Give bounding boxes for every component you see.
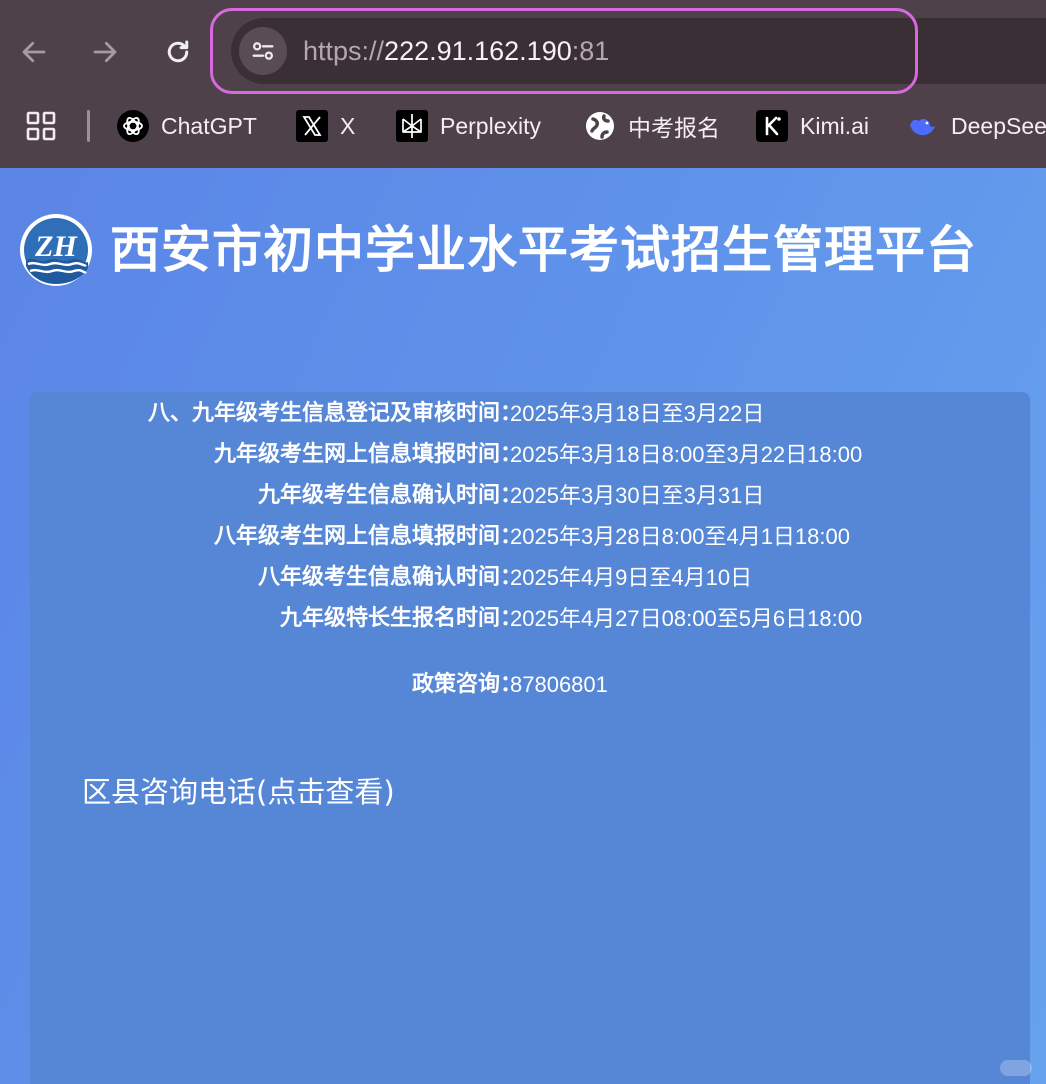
reload-button[interactable] xyxy=(152,26,204,78)
back-button[interactable] xyxy=(8,26,60,78)
reload-icon xyxy=(167,40,189,63)
bookmark-kimi[interactable]: Kimi.ai xyxy=(756,108,869,144)
schedule-label: 九年级考生网上信息填报时间： xyxy=(213,442,522,467)
bookmarks-divider xyxy=(87,110,90,142)
chatgpt-icon xyxy=(117,110,149,142)
schedule-label: 九年级考生信息确认时间： xyxy=(257,483,522,508)
schedule-value: 2025年4月27日08:00至5月6日18:00 xyxy=(510,606,863,631)
bookmark-label: Kimi.ai xyxy=(800,112,870,139)
watermark-badge xyxy=(1000,1060,1032,1076)
bookmark-perplexity[interactable]: Perplexity xyxy=(396,108,541,144)
x-icon xyxy=(296,110,328,142)
info-panel: 八、九年级考生信息登记及审核时间： 2025年3月18日至3月22日 九年级考生… xyxy=(30,392,1030,1084)
page-title: 西安市初中学业水平考试招生管理平台 xyxy=(110,221,977,279)
address-bar-highlight xyxy=(210,8,918,94)
bookmark-zhongkao[interactable]: 中考报名 xyxy=(584,108,720,144)
schedule-value: 2025年3月18日至3月22日 xyxy=(510,401,765,426)
site-logo: ZH xyxy=(20,214,92,286)
arrow-right-icon xyxy=(93,41,117,63)
page-content: ZH 西安市初中学业水平考试招生管理平台 八、九年级考生信息登记及审核时间： 2… xyxy=(0,168,1046,1084)
bookmark-label: X xyxy=(340,112,356,139)
schedule-value: 2025年3月18日8:00至3月22日18:00 xyxy=(510,442,863,467)
apps-grid-icon[interactable] xyxy=(26,111,56,141)
bookmark-label: ChatGPT xyxy=(161,112,257,139)
bookmark-label: DeepSee xyxy=(951,112,1046,139)
bookmark-label: Perplexity xyxy=(440,112,541,139)
schedule-row: 八年级考生信息确认时间： 2025年4月9日至4月10日 xyxy=(30,558,1030,598)
arrow-left-icon xyxy=(22,41,46,63)
policy-label: 政策咨询： xyxy=(411,672,522,697)
bookmark-label: 中考报名 xyxy=(628,115,720,141)
logo-letters: ZH xyxy=(34,230,78,263)
perplexity-icon xyxy=(396,110,428,142)
kimi-icon xyxy=(756,110,788,142)
schedule-value: 2025年3月28日8:00至4月1日18:00 xyxy=(510,524,850,549)
browser-chrome: https://222.91.162.190:81 ChatGPT X Perp… xyxy=(0,0,1046,168)
schedule-row: 八年级考生网上信息填报时间： 2025年3月28日8:00至4月1日18:00 xyxy=(30,517,1030,557)
bookmark-chatgpt[interactable]: ChatGPT xyxy=(117,108,257,144)
bookmark-x[interactable]: X xyxy=(296,108,355,144)
bookmark-deepseek[interactable]: DeepSee xyxy=(907,108,1046,144)
forward-button[interactable] xyxy=(79,26,131,78)
browser-toolbar: https://222.91.162.190:81 xyxy=(0,0,1046,100)
globe-icon xyxy=(584,110,616,142)
schedule-value: 2025年3月30日至3月31日 xyxy=(510,483,765,508)
schedule-label: 八年级考生信息确认时间： xyxy=(257,565,522,590)
district-phone-link[interactable]: 区县咨询电话(点击查看) xyxy=(82,772,395,812)
schedule-row: 九年级特长生报名时间： 2025年4月27日08:00至5月6日18:00 xyxy=(30,599,1030,639)
schedule-label: 九年级特长生报名时间： xyxy=(279,606,522,631)
schedule-label: 八年级考生网上信息填报时间： xyxy=(213,524,522,549)
schedule-value: 2025年4月9日至4月10日 xyxy=(510,565,753,590)
schedule-row: 八、九年级考生信息登记及审核时间： 2025年3月18日至3月22日 xyxy=(30,394,1030,434)
policy-phone: 87806801 xyxy=(510,672,608,697)
schedule-row: 九年级考生信息确认时间： 2025年3月30日至3月31日 xyxy=(30,476,1030,516)
schedule-row: 九年级考生网上信息填报时间： 2025年3月18日8:00至3月22日18:00 xyxy=(30,435,1030,475)
deepseek-icon xyxy=(907,110,939,142)
schedule-label: 八、九年级考生信息登记及审核时间： xyxy=(147,401,522,426)
policy-row: 政策咨询： 87806801 xyxy=(30,665,1030,705)
